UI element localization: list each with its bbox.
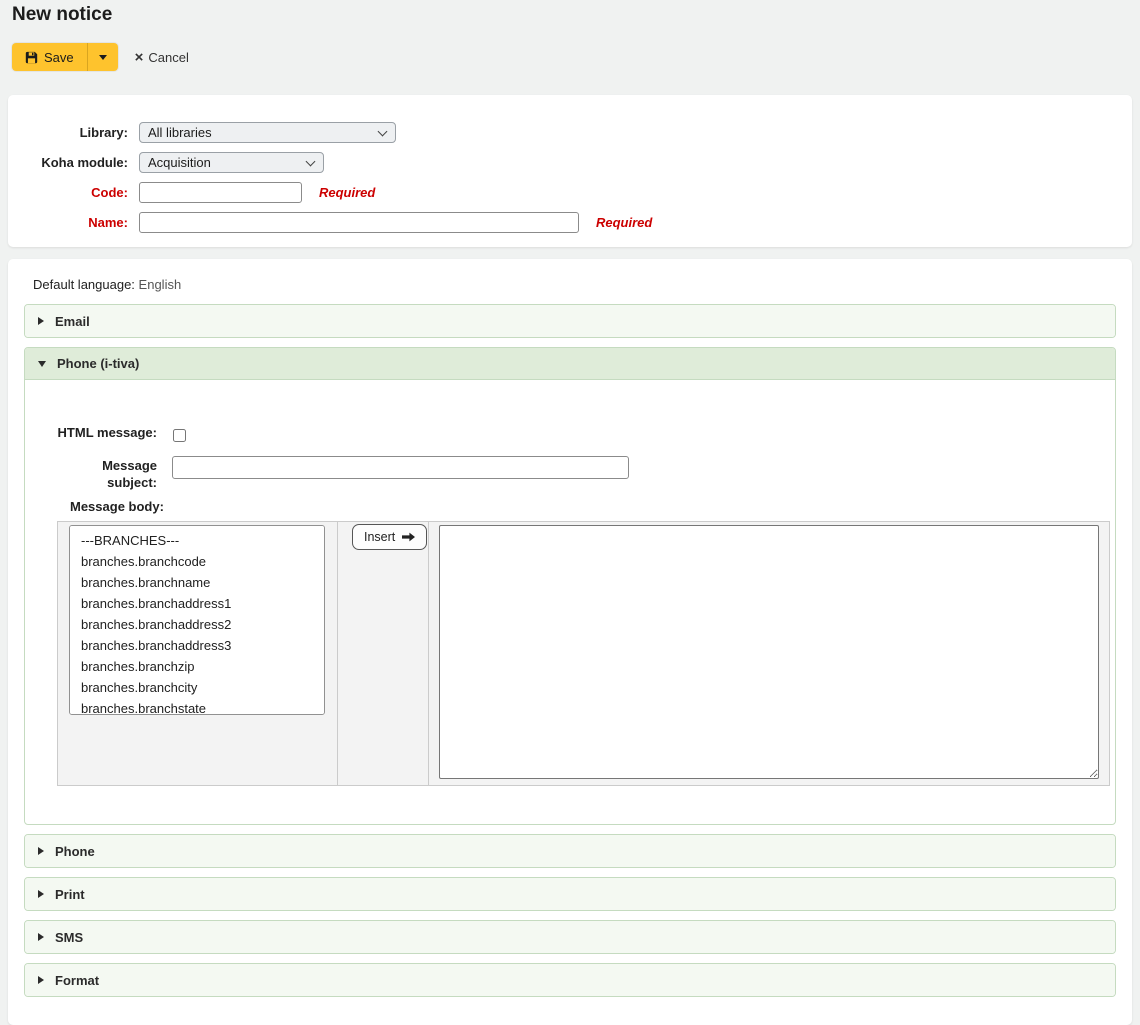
message-fields-listbox[interactable]: ---BRANCHES---branches.branchcodebranche… [69, 525, 325, 715]
insert-button[interactable]: Insert [352, 524, 427, 550]
cancel-link[interactable]: × Cancel [135, 50, 189, 65]
library-label: Library: [8, 122, 139, 140]
code-label: Code: [8, 182, 139, 200]
editor-cell [428, 522, 1109, 785]
field-list-item[interactable]: branches.branchzip [70, 656, 324, 677]
insert-cell: Insert [337, 522, 428, 785]
message-body-label: Message body: [70, 499, 1115, 514]
field-list-item[interactable]: ---BRANCHES--- [70, 530, 324, 551]
field-list-item[interactable]: branches.branchcity [70, 677, 324, 698]
accordion-label-phone-itiva: Phone (i-tiva) [57, 356, 139, 371]
accordion-header-phone[interactable]: Phone [25, 835, 1115, 867]
code-row: Code: Required [8, 182, 1132, 203]
notice-sections-card: Default language: English Email Phone (i… [8, 259, 1132, 1025]
accordion-label-phone: Phone [55, 844, 95, 859]
save-button-label: Save [44, 50, 74, 65]
phone-itiva-panel: HTML message: Message subject: Message b… [25, 380, 1115, 824]
message-subject-input[interactable] [172, 456, 629, 479]
code-input[interactable] [139, 182, 302, 203]
message-body-table: ---BRANCHES---branches.branchcodebranche… [57, 521, 1110, 786]
koha-module-select[interactable]: Acquisition [139, 152, 324, 173]
caret-down-icon [38, 361, 46, 367]
fields-cell: ---BRANCHES---branches.branchcodebranche… [58, 522, 337, 785]
koha-module-row: Koha module: Acquisition [8, 152, 1132, 173]
message-subject-row: Message subject: [25, 456, 1115, 491]
notice-form-card: Library: All libraries Koha module: Acqu… [8, 95, 1132, 247]
caret-down-icon [99, 55, 107, 60]
name-input[interactable] [139, 212, 579, 233]
default-language-label: Default language: [33, 277, 135, 292]
name-required-note: Required [596, 212, 652, 230]
save-dropdown-toggle[interactable] [87, 43, 118, 71]
accordion-label-email: Email [55, 314, 90, 329]
default-language: Default language: English [8, 277, 1132, 304]
accordion-phone-itiva: Phone (i-tiva) HTML message: Message sub… [24, 347, 1116, 825]
caret-right-icon [38, 890, 44, 898]
library-row: Library: All libraries [8, 122, 1132, 143]
accordion-header-phone-itiva[interactable]: Phone (i-tiva) [25, 348, 1115, 380]
name-label: Name: [8, 212, 139, 230]
accordion-label-print: Print [55, 887, 85, 902]
field-list-item[interactable]: branches.branchstate [70, 698, 324, 715]
accordion-header-sms[interactable]: SMS [25, 921, 1115, 953]
koha-module-select-wrap: Acquisition [139, 152, 324, 173]
default-language-value: English [139, 277, 182, 292]
message-body-textarea[interactable] [439, 525, 1099, 779]
message-subject-label: Message subject: [67, 456, 157, 491]
library-select[interactable]: All libraries [139, 122, 396, 143]
arrow-right-icon [402, 532, 415, 542]
code-required-note: Required [319, 182, 375, 200]
html-message-checkbox[interactable] [173, 429, 186, 442]
accordion-print: Print [24, 877, 1116, 911]
field-list-item[interactable]: branches.branchaddress3 [70, 635, 324, 656]
field-list-item[interactable]: branches.branchaddress2 [70, 614, 324, 635]
accordion-label-format: Format [55, 973, 99, 988]
field-list-item[interactable]: branches.branchcode [70, 551, 324, 572]
save-split-button: Save [12, 43, 118, 71]
caret-right-icon [38, 847, 44, 855]
html-message-label: HTML message: [25, 424, 157, 440]
accordion-format: Format [24, 963, 1116, 997]
library-select-wrap: All libraries [139, 122, 396, 143]
caret-right-icon [38, 933, 44, 941]
html-message-row: HTML message: [25, 424, 1115, 442]
accordion-header-format[interactable]: Format [25, 964, 1115, 996]
save-button[interactable]: Save [12, 43, 87, 71]
toolbar: Save × Cancel [12, 43, 1128, 71]
floppy-disk-icon [25, 51, 38, 64]
page-header: New notice Save × Cancel [0, 0, 1140, 71]
field-list-item[interactable]: branches.branchname [70, 572, 324, 593]
name-row: Name: Required [8, 212, 1132, 233]
accordion-email: Email [24, 304, 1116, 338]
accordion-phone: Phone [24, 834, 1116, 868]
koha-module-label: Koha module: [8, 152, 139, 170]
cancel-label: Cancel [148, 50, 188, 65]
insert-button-label: Insert [364, 530, 395, 544]
accordion-sms: SMS [24, 920, 1116, 954]
accordion-label-sms: SMS [55, 930, 83, 945]
field-list-item[interactable]: branches.branchaddress1 [70, 593, 324, 614]
caret-right-icon [38, 976, 44, 984]
caret-right-icon [38, 317, 44, 325]
close-x-icon: × [135, 50, 144, 65]
accordion-header-print[interactable]: Print [25, 878, 1115, 910]
page-title: New notice [12, 4, 1128, 26]
accordion-header-email[interactable]: Email [25, 305, 1115, 337]
